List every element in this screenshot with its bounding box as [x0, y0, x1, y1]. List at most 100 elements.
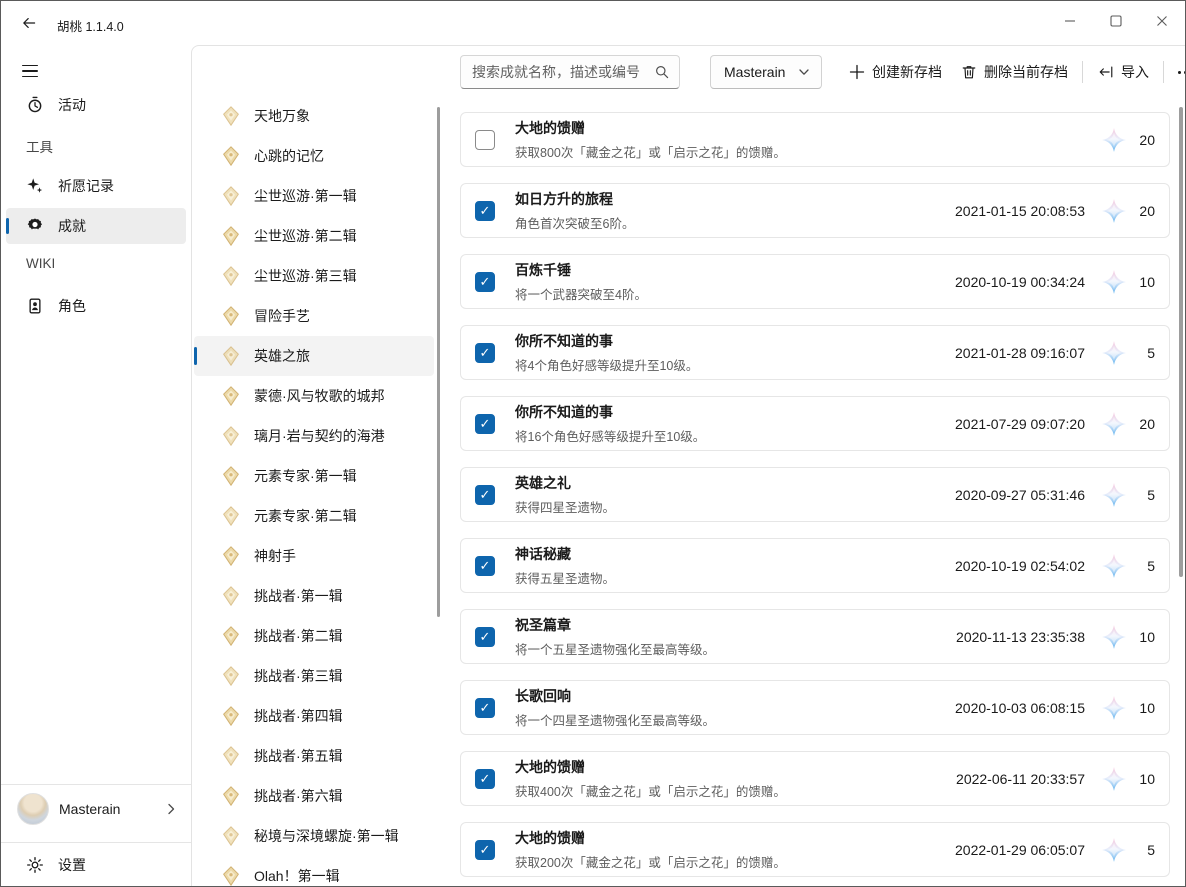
gear-icon: [26, 856, 44, 874]
category-label: 元素专家·第二辑: [254, 506, 357, 526]
primogem-icon: [1101, 695, 1127, 721]
achievement-title: 如日方升的旅程: [515, 189, 955, 209]
sidebar-item-activity[interactable]: 活动: [6, 87, 186, 123]
sidebar-item-wish-records[interactable]: 祈愿记录: [6, 168, 186, 204]
delete-archive-label: 删除当前存档: [984, 62, 1068, 82]
achievement-title: 你所不知道的事: [515, 331, 955, 351]
achievement-title: 大地的馈赠: [515, 828, 955, 848]
category-emblem-icon: [220, 225, 242, 247]
category-item[interactable]: 挑战者·第三辑: [194, 656, 434, 696]
achievement-reward-count: 10: [1127, 771, 1155, 787]
achievement-completed-date: 2020-10-03 06:08:15: [955, 700, 1085, 716]
achievement-description: 获取800次「藏金之花」或「启示之花」的馈赠。: [515, 142, 1085, 161]
achievement-completed-date: 2020-10-19 02:54:02: [955, 558, 1085, 574]
category-item[interactable]: 天地万象: [194, 96, 434, 136]
minimize-button[interactable]: [1047, 1, 1093, 41]
category-item[interactable]: 尘世巡游·第二辑: [194, 216, 434, 256]
achievement-checkbox[interactable]: ✓: [475, 556, 495, 576]
back-button[interactable]: [13, 7, 45, 39]
achievement-title: 英雄之礼: [515, 473, 955, 493]
achievement-checkbox[interactable]: ✓: [475, 201, 495, 221]
category-item[interactable]: 挑战者·第四辑: [194, 696, 434, 736]
import-button[interactable]: 导入: [1089, 55, 1157, 89]
achievement-list-scrollbar[interactable]: [1179, 107, 1183, 577]
ellipsis-icon: [1178, 71, 1186, 74]
toolbar-separator: [1082, 61, 1083, 83]
toolbar-separator: [1163, 61, 1164, 83]
category-item[interactable]: 心跳的记忆: [194, 136, 434, 176]
sidebar-item-characters[interactable]: 角色: [6, 288, 186, 324]
sidebar-item-label: 活动: [58, 95, 86, 115]
category-label: 璃月·岩与契约的海港: [254, 426, 385, 446]
divider: [1, 784, 191, 785]
delete-archive-button[interactable]: 删除当前存档: [952, 55, 1076, 89]
category-item[interactable]: 挑战者·第一辑: [194, 576, 434, 616]
achievement-checkbox[interactable]: ✓: [475, 769, 495, 789]
category-item[interactable]: 挑战者·第六辑: [194, 776, 434, 816]
create-archive-button[interactable]: 创建新存档: [840, 55, 950, 89]
sidebar-section-wiki: WIKI: [26, 256, 55, 271]
stopwatch-icon: [26, 96, 44, 114]
navigation-menu-button[interactable]: [15, 55, 47, 87]
category-item[interactable]: 元素专家·第二辑: [194, 496, 434, 536]
category-item[interactable]: 元素专家·第一辑: [194, 456, 434, 496]
category-item[interactable]: 挑战者·第五辑: [194, 736, 434, 776]
app-title: 胡桃 1.1.4.0: [57, 16, 124, 35]
primogem-icon: [1101, 411, 1127, 437]
maximize-button[interactable]: [1093, 1, 1139, 41]
check-icon: ✓: [480, 488, 491, 501]
primogem-icon: [1101, 766, 1127, 792]
category-item[interactable]: 秘境与深境螺旋·第一辑: [194, 816, 434, 856]
category-item[interactable]: 璃月·岩与契约的海港: [194, 416, 434, 456]
category-item[interactable]: Olah！第一辑: [194, 856, 434, 886]
category-emblem-icon: [220, 385, 242, 407]
sidebar-item-achievements[interactable]: 成就: [6, 208, 186, 244]
category-item[interactable]: 尘世巡游·第一辑: [194, 176, 434, 216]
search-box: [460, 55, 680, 89]
achievement-checkbox[interactable]: ✓: [475, 272, 495, 292]
category-label: 尘世巡游·第二辑: [254, 226, 357, 246]
user-account-row[interactable]: Masterain: [1, 786, 191, 832]
achievement-row: ✓ 长歌回响 将一个四星圣遗物强化至最高等级。 2020-10-03 06:08…: [460, 680, 1170, 735]
category-label: 神射手: [254, 546, 296, 566]
category-item[interactable]: 蒙德·风与牧歌的城邦: [194, 376, 434, 416]
achievement-title: 大地的馈赠: [515, 118, 1085, 138]
achievement-completed-date: 2022-01-29 06:05:07: [955, 842, 1085, 858]
achievement-checkbox[interactable]: ✓: [475, 130, 495, 150]
sidebar-item-settings[interactable]: 设置: [6, 846, 186, 884]
minimize-icon: [1064, 15, 1076, 27]
achievement-completed-date: 2020-10-19 00:34:24: [955, 274, 1085, 290]
category-item[interactable]: 神射手: [194, 536, 434, 576]
medal-seal-icon: [26, 217, 44, 235]
primogem-icon: [1101, 482, 1127, 508]
primogem-icon: [1101, 624, 1127, 650]
achievement-checkbox[interactable]: ✓: [475, 414, 495, 434]
achievement-description: 获取400次「藏金之花」或「启示之花」的馈赠。: [515, 781, 956, 800]
category-item[interactable]: 尘世巡游·第三辑: [194, 256, 434, 296]
achievement-completed-date: 2021-01-28 09:16:07: [955, 345, 1085, 361]
achievement-checkbox[interactable]: ✓: [475, 627, 495, 647]
primogem-icon: [1101, 269, 1127, 295]
more-options-button[interactable]: [1170, 55, 1185, 89]
category-item[interactable]: 冒险手艺: [194, 296, 434, 336]
category-label: 挑战者·第三辑: [254, 666, 343, 686]
sidebar-item-label: 祈愿记录: [58, 176, 114, 196]
category-item[interactable]: 英雄之旅: [194, 336, 434, 376]
archive-selector[interactable]: Masterain: [710, 55, 822, 89]
achievement-checkbox[interactable]: ✓: [475, 343, 495, 363]
achievement-checkbox[interactable]: ✓: [475, 840, 495, 860]
category-emblem-icon: [220, 345, 242, 367]
achievement-description: 将4个角色好感等级提升至10级。: [515, 355, 955, 374]
search-input[interactable]: [472, 56, 648, 88]
category-label: 挑战者·第二辑: [254, 626, 343, 646]
achievement-checkbox[interactable]: ✓: [475, 698, 495, 718]
check-icon: ✓: [480, 346, 491, 359]
achievement-reward-count: 5: [1127, 487, 1155, 503]
achievement-reward-count: 5: [1127, 345, 1155, 361]
close-button[interactable]: [1139, 1, 1185, 41]
achievement-reward-count: 5: [1127, 558, 1155, 574]
achievement-completed-date: 2020-09-27 05:31:46: [955, 487, 1085, 503]
category-label: 挑战者·第一辑: [254, 586, 343, 606]
category-item[interactable]: 挑战者·第二辑: [194, 616, 434, 656]
achievement-checkbox[interactable]: ✓: [475, 485, 495, 505]
